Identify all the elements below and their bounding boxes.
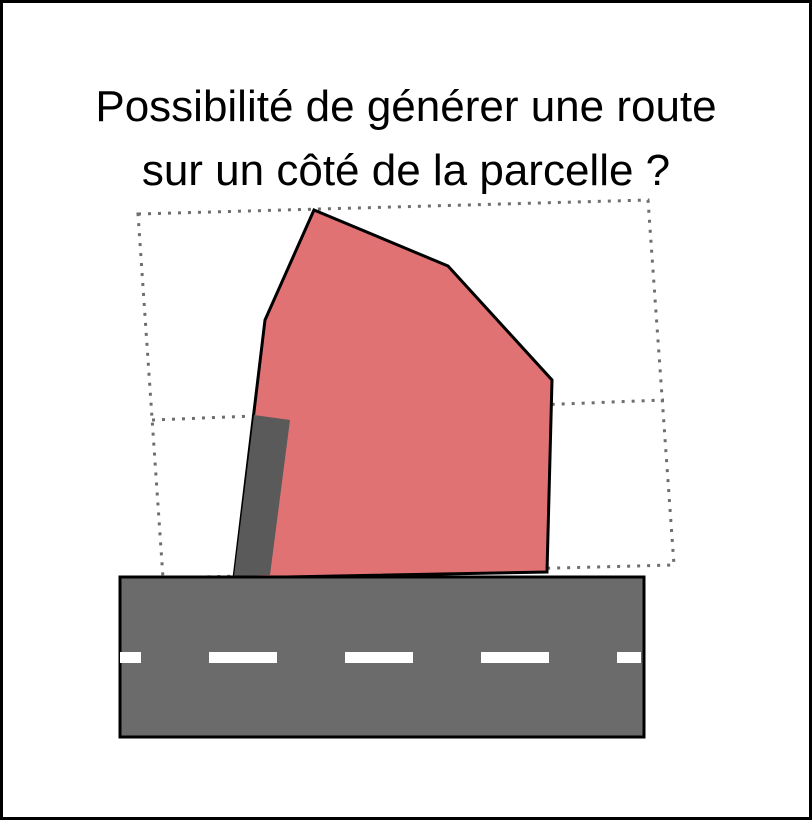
diagram-frame: Possibilité de générer une route sur un … <box>0 0 812 820</box>
road-dash <box>120 652 141 663</box>
parcel-diagram <box>118 198 676 739</box>
parcel-polygon <box>232 208 554 580</box>
road-dash <box>345 652 413 663</box>
road-dash <box>209 652 277 663</box>
road-dash <box>481 652 549 663</box>
road-dash <box>617 652 641 663</box>
